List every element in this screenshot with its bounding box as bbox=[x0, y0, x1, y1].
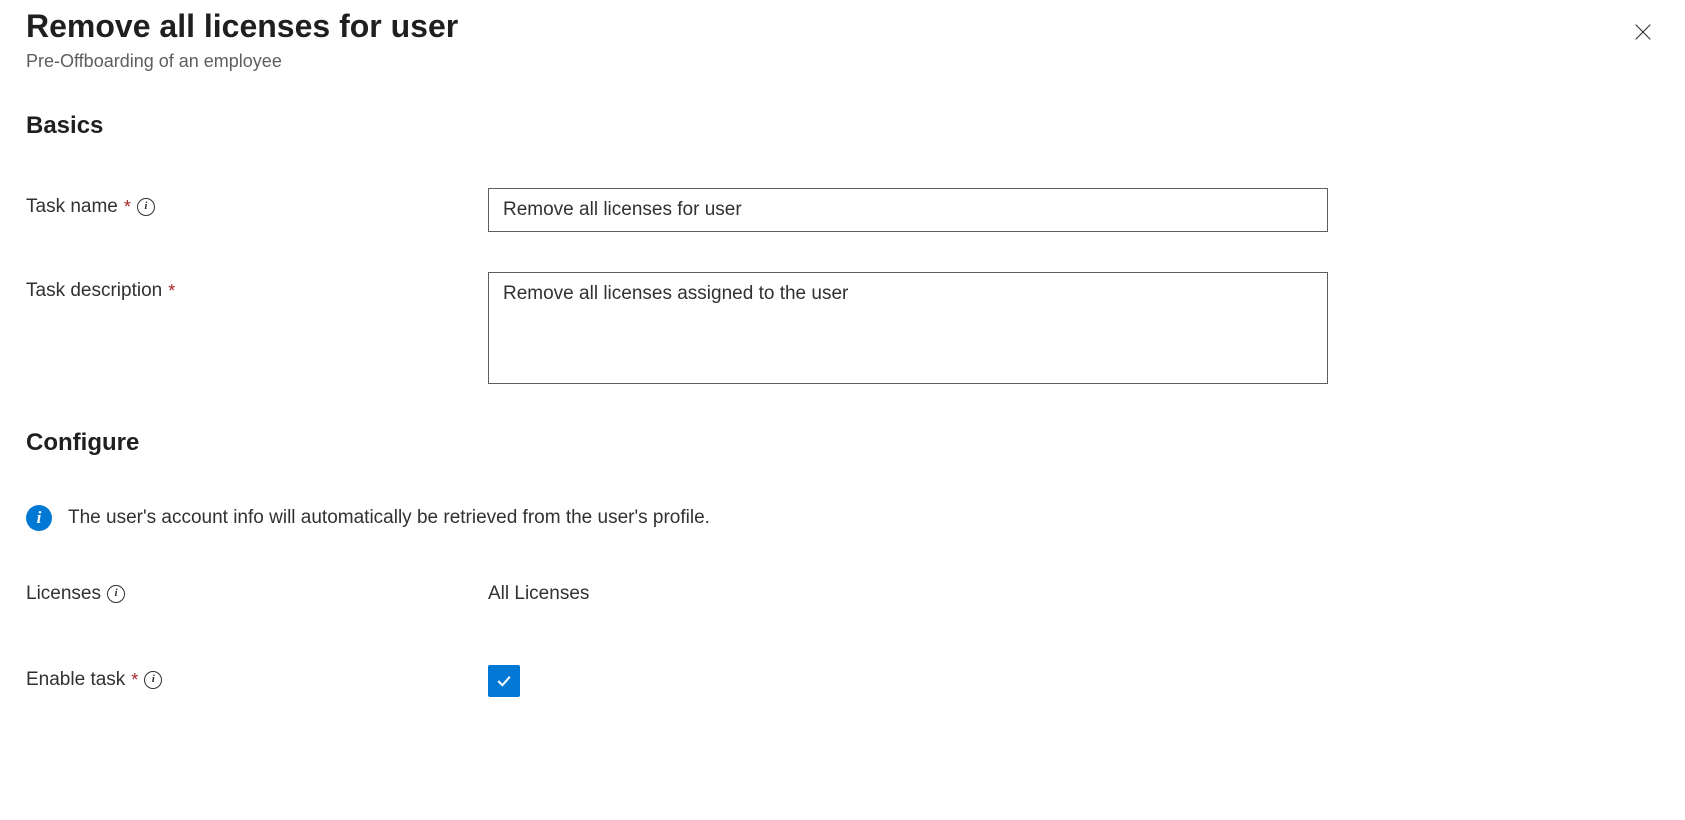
task-description-input-col bbox=[488, 272, 1328, 389]
task-description-row: Task description * bbox=[26, 272, 1659, 389]
enable-task-row: Enable task * i bbox=[26, 661, 1659, 697]
required-indicator: * bbox=[124, 197, 131, 218]
task-name-input[interactable] bbox=[488, 188, 1328, 232]
task-description-input[interactable] bbox=[488, 272, 1328, 384]
close-button[interactable] bbox=[1627, 16, 1659, 48]
enable-task-checkbox-wrapper bbox=[488, 661, 520, 697]
configure-info-text: The user's account info will automatical… bbox=[68, 507, 710, 529]
section-heading-configure: Configure bbox=[26, 429, 1659, 457]
enable-task-label-group: Enable task * i bbox=[26, 661, 488, 691]
checkmark-icon bbox=[494, 671, 514, 691]
task-description-label-group: Task description * bbox=[26, 272, 488, 302]
close-icon bbox=[1632, 21, 1654, 43]
task-name-label-group: Task name * i bbox=[26, 188, 488, 218]
task-name-row: Task name * i bbox=[26, 188, 1659, 232]
licenses-label-group: Licenses i bbox=[26, 575, 488, 605]
task-description-label: Task description bbox=[26, 280, 162, 302]
licenses-label: Licenses bbox=[26, 583, 101, 605]
info-icon[interactable]: i bbox=[137, 198, 155, 216]
page-subtitle: Pre-Offboarding of an employee bbox=[26, 51, 1659, 72]
info-badge-icon: i bbox=[26, 505, 52, 531]
task-name-label: Task name bbox=[26, 196, 118, 218]
info-icon[interactable]: i bbox=[107, 585, 125, 603]
enable-task-checkbox[interactable] bbox=[488, 665, 520, 697]
configure-info-message: i The user's account info will automatic… bbox=[26, 505, 1659, 531]
licenses-row: Licenses i All Licenses bbox=[26, 575, 1659, 605]
page-header: Remove all licenses for user Pre-Offboar… bbox=[26, 8, 1659, 72]
enable-task-label: Enable task bbox=[26, 669, 125, 691]
task-name-input-col bbox=[488, 188, 1328, 232]
page-title: Remove all licenses for user bbox=[26, 8, 1659, 45]
required-indicator: * bbox=[168, 281, 175, 302]
required-indicator: * bbox=[131, 670, 138, 691]
licenses-value: All Licenses bbox=[488, 575, 589, 605]
info-icon[interactable]: i bbox=[144, 671, 162, 689]
section-heading-basics: Basics bbox=[26, 112, 1659, 140]
